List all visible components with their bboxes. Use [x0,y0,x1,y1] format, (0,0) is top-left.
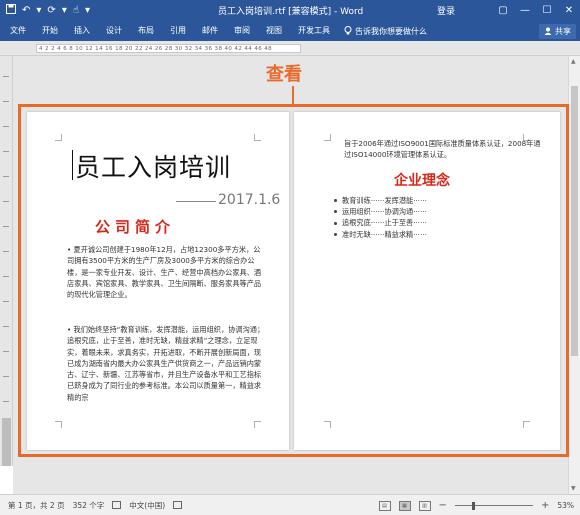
philosophy-list: 教育训练······发挥潜能······ 运用组织······协调沟通·····… [334,195,427,240]
ribbon-tabs: 文件 开始 插入 设计 布局 引用 邮件 审阅 视图 开发工具 告诉我你想要做什… [0,21,580,41]
save-icon[interactable] [6,4,16,17]
tab-insert[interactable]: 插入 [66,21,98,41]
ruler-tick-labels: 4 2 2 4 6 8 10 12 14 16 18 20 22 24 26 2… [39,46,273,52]
scroll-up-icon[interactable]: ▲ [571,58,576,65]
bullet-icon [334,232,337,236]
tell-me-text: 告诉我你想要做什么 [355,26,427,36]
zoom-slider-thumb[interactable] [472,501,476,510]
window-title: 员工入岗培训.rtf [兼容模式] - Word [218,7,364,17]
lightbulb-icon [344,25,352,37]
tab-home[interactable]: 开始 [34,21,66,41]
tab-file[interactable]: 文件 [0,21,34,41]
vertical-scrollbar[interactable]: ▲ ▼ [568,56,580,494]
user-icon [544,27,552,37]
window-controls: ▢ — ☐ ✕ [492,0,580,21]
status-bar: 第 1 页，共 2 页 352 个字 中文(中国) ▤ ▦ ▥ − + 53% [0,494,580,515]
undo-dropdown-icon[interactable]: ▾ [36,5,41,16]
tab-developer[interactable]: 开发工具 [290,21,338,41]
minimize-icon[interactable]: — [514,0,536,21]
tab-view[interactable]: 视图 [258,21,290,41]
title-bar: ↶ ▾ ⟳ ▾ ☝ ▾ 员工入岗培训.rtf [兼容模式] - Word 登录 … [0,0,580,21]
horizontal-ruler-area: 4 2 2 4 6 8 10 12 14 16 18 20 22 24 26 2… [0,41,580,56]
zoom-slider[interactable] [454,501,533,511]
web-layout-icon[interactable]: ▥ [418,500,431,511]
vertical-ruler-margin [2,418,11,466]
list-item: 运用组织······协调沟通······ [334,206,427,217]
more-icon[interactable]: ▾ [85,5,90,16]
touch-mode-icon[interactable]: ☝ [73,5,79,16]
document-page-2[interactable]: 旨于2006年通过ISO9001国际标准质量体系认证，2008年通过ISO140… [294,112,560,450]
print-layout-icon[interactable]: ▦ [398,500,411,511]
document-date: 2017.1.6 [218,192,281,208]
bullet-icon [334,210,337,214]
company-intro-paragraph-2: • 我们始终坚持“教育训练，发挥潜能，运用组织，协调沟通；追根究底，止于至善，准… [67,325,265,402]
ribbon-display-icon[interactable]: ▢ [492,0,514,21]
view-and-zoom-controls: ▤ ▦ ▥ − + 53% [378,495,574,515]
page-count[interactable]: 第 1 页，共 2 页 [8,500,65,511]
vertical-ruler[interactable] [0,56,13,466]
callout-connector [292,86,294,105]
redo-icon[interactable]: ⟳ [47,5,55,16]
close-icon[interactable]: ✕ [558,0,580,21]
share-label: 共享 [555,27,571,36]
scrollbar-thumb[interactable] [571,86,578,356]
text-cursor [72,150,73,180]
company-intro-heading: 公司简介 [95,218,176,236]
word-count[interactable]: 352 个字 [73,500,105,511]
certification-paragraph: 旨于2006年通过ISO9001国际标准质量体系认证，2008年通过ISO140… [344,139,541,160]
horizontal-ruler[interactable]: 4 2 2 4 6 8 10 12 14 16 18 20 22 24 26 2… [36,44,301,53]
tab-mailings[interactable]: 邮件 [194,21,226,41]
tell-me-box[interactable]: 告诉我你想要做什么 [344,25,427,37]
document-title: 员工入岗培训 [75,153,232,182]
undo-icon[interactable]: ↶ [22,5,30,16]
document-page-1[interactable]: 员工入岗培训 2017.1.6 公司简介 • 夏开诚公司创建于1980年12月，… [27,112,289,450]
quick-access-toolbar: ↶ ▾ ⟳ ▾ ☝ ▾ [0,0,90,21]
list-item: 追根究底······止于至善······ [334,217,427,228]
login-link[interactable]: 登录 [437,4,455,17]
date-rule [176,201,216,202]
zoom-out-button[interactable]: − [439,500,447,511]
share-button[interactable]: 共享 [539,24,576,39]
zoom-in-button[interactable]: + [541,500,549,511]
zoom-level[interactable]: 53% [557,501,574,510]
list-item: 准时无缺······精益求精······ [334,229,427,240]
tab-references[interactable]: 引用 [162,21,194,41]
tab-layout[interactable]: 布局 [130,21,162,41]
view-callout-label: 查看 [266,64,302,85]
maximize-icon[interactable]: ☐ [536,0,558,21]
scroll-down-icon[interactable]: ▼ [571,485,576,492]
proofing-icon[interactable] [112,501,122,509]
corporate-philosophy-heading: 企业理念 [394,173,450,189]
company-intro-paragraph-1: • 夏开诚公司创建于1980年12月，占地12300多平方米，公司拥有3500平… [67,245,262,300]
tab-review[interactable]: 审阅 [226,21,258,41]
bullet-icon [334,221,337,225]
customize-dropdown-icon[interactable]: ▾ [62,5,67,16]
list-item: 教育训练······发挥潜能······ [334,195,427,206]
language-indicator[interactable]: 中文(中国) [129,500,165,511]
macro-record-icon[interactable] [173,501,183,509]
tab-design[interactable]: 设计 [98,21,130,41]
read-mode-icon[interactable]: ▤ [378,500,391,511]
bullet-icon [334,199,337,203]
